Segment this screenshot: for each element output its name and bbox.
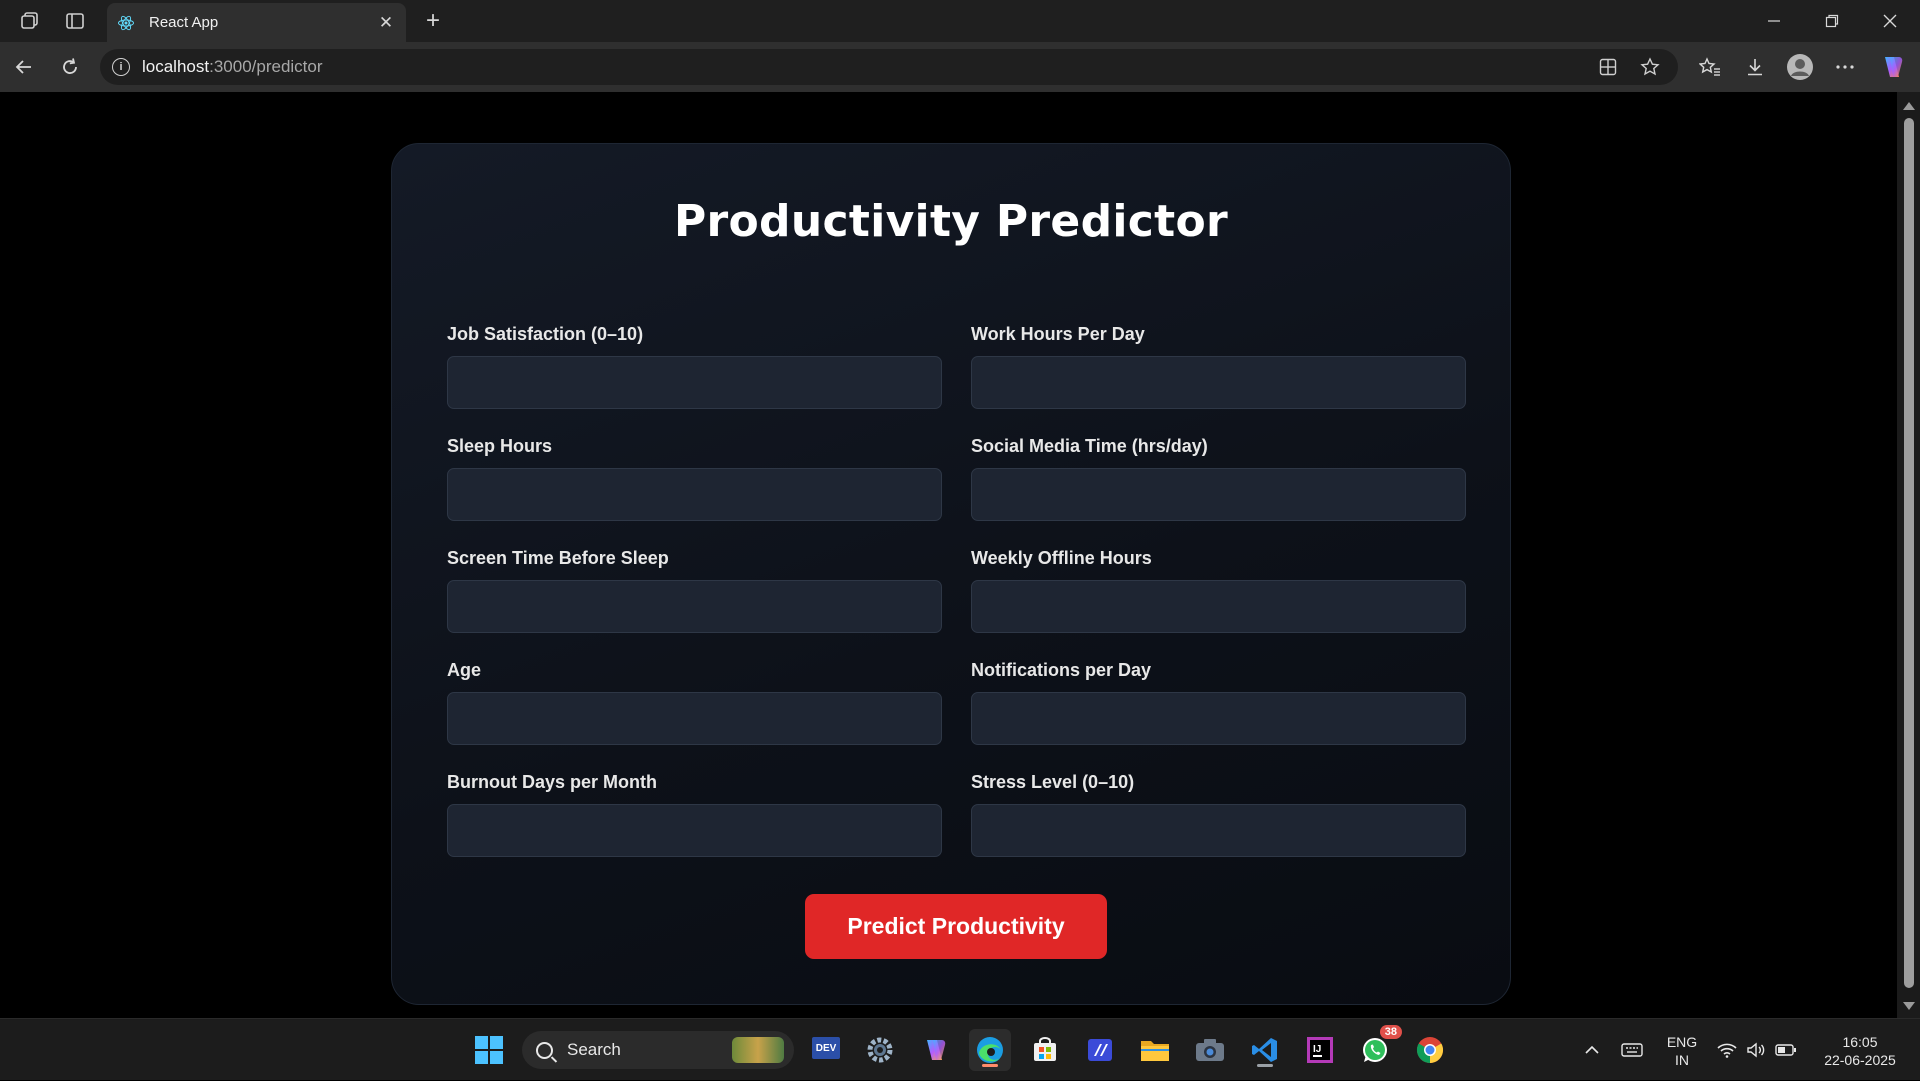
sleep-hours-field: Sleep Hours: [447, 436, 942, 521]
back-icon[interactable]: [4, 47, 44, 87]
close-window-icon[interactable]: [1861, 0, 1919, 42]
workspaces-icon[interactable]: [10, 1, 50, 41]
job-satisfaction-input[interactable]: [447, 356, 942, 409]
clock-time: 16:05: [1842, 1034, 1878, 1050]
page-scrollbar[interactable]: [1897, 92, 1920, 1018]
favorites-icon[interactable]: [1690, 47, 1730, 87]
react-favicon-icon: [118, 15, 134, 30]
burnout-days-input[interactable]: [447, 804, 942, 857]
age-input[interactable]: [447, 692, 942, 745]
clock[interactable]: 16:05 22-06-2025: [1810, 1033, 1910, 1069]
svg-text:IJ: IJ: [1313, 1044, 1321, 1055]
svg-text:DEV: DEV: [816, 1043, 837, 1054]
intellij-icon[interactable]: IJ: [1299, 1029, 1341, 1071]
running-app-indicator: [1257, 1064, 1273, 1067]
profile-avatar-icon[interactable]: [1780, 47, 1820, 87]
show-hidden-icons-chevron-icon[interactable]: [1578, 1019, 1606, 1081]
active-app-indicator: [982, 1064, 998, 1067]
tab-react-app[interactable]: React App ✕: [107, 3, 406, 42]
job-satisfaction-label: Job Satisfaction (0–10): [447, 324, 644, 344]
sleep-hours-input[interactable]: [447, 468, 942, 521]
more-options-icon[interactable]: [1825, 47, 1865, 87]
copilot-icon[interactable]: [1872, 47, 1912, 87]
predict-productivity-button[interactable]: Predict Productivity: [805, 894, 1107, 959]
scrollbar-thumb[interactable]: [1904, 118, 1914, 988]
restore-icon[interactable]: [1803, 0, 1861, 42]
search-highlight-image: [732, 1037, 784, 1063]
stress-level-label: Stress Level (0–10): [971, 772, 1135, 792]
taskbar-search[interactable]: Search: [522, 1031, 794, 1069]
screen-time-field: Screen Time Before Sleep: [447, 548, 942, 633]
vertical-tabs-icon[interactable]: [55, 1, 95, 41]
language-indicator[interactable]: ENG IN: [1658, 1033, 1706, 1069]
social-media-time-label: Social Media Time (hrs/day): [971, 436, 1208, 456]
edge-browser-icon[interactable]: [969, 1029, 1011, 1071]
social-media-time-field: Social Media Time (hrs/day): [971, 436, 1466, 521]
search-label: Search: [567, 1040, 621, 1059]
weekly-offline-hours-input[interactable]: [971, 580, 1466, 633]
clock-date: 22-06-2025: [1824, 1052, 1896, 1068]
age-label: Age: [447, 660, 482, 680]
file-explorer-icon[interactable]: [1134, 1029, 1176, 1071]
whatsapp-icon[interactable]: 38: [1354, 1025, 1402, 1071]
dev-home-icon[interactable]: DEV: [805, 1029, 847, 1071]
screen-time-label: Screen Time Before Sleep: [447, 548, 669, 568]
copilot-app-icon[interactable]: [914, 1029, 956, 1071]
url-host: localhost: [142, 57, 210, 76]
camera-icon[interactable]: [1189, 1029, 1231, 1071]
favorite-star-icon[interactable]: [1632, 49, 1668, 85]
language-code: ENG: [1666, 1034, 1698, 1050]
wifi-icon[interactable]: [1714, 1019, 1740, 1081]
url-bar[interactable]: i localhost:3000/predictor: [100, 49, 1678, 85]
url-path: :3000/predictor: [209, 57, 323, 76]
social-media-time-input[interactable]: [971, 468, 1466, 521]
tab-title: React App: [149, 14, 219, 31]
browser-tab-strip: React App ✕ +: [0, 0, 1920, 42]
volume-icon[interactable]: [1743, 1019, 1769, 1081]
microsoft-store-icon[interactable]: [1024, 1029, 1066, 1071]
scroll-down-icon[interactable]: [1903, 1002, 1915, 1010]
notifications-label: Notifications per Day: [971, 660, 1152, 680]
work-hours-field: Work Hours Per Day: [971, 324, 1466, 409]
stress-level-input[interactable]: [971, 804, 1466, 857]
windows-taskbar: Search DEV IJ 38 ENG IN 16:05 22-06-2025: [0, 1018, 1920, 1080]
work-hours-label: Work Hours Per Day: [971, 324, 1145, 344]
notifications-input[interactable]: [971, 692, 1466, 745]
battery-icon[interactable]: [1772, 1019, 1800, 1081]
weekly-offline-hours-label: Weekly Offline Hours: [971, 548, 1152, 568]
page-title: Productivity Predictor: [673, 196, 1228, 247]
app-available-icon[interactable]: [1590, 49, 1626, 85]
address-toolbar: i localhost:3000/predictor: [0, 42, 1920, 92]
whatsapp-notification-badge: 38: [1379, 1025, 1402, 1039]
notifications-field: Notifications per Day: [971, 660, 1466, 745]
refresh-icon[interactable]: [50, 47, 90, 87]
sleep-hours-label: Sleep Hours: [447, 436, 553, 456]
screen-time-input[interactable]: [447, 580, 942, 633]
work-hours-input[interactable]: [971, 356, 1466, 409]
scroll-up-icon[interactable]: [1903, 102, 1915, 110]
stress-level-field: Stress Level (0–10): [971, 772, 1466, 857]
keyboard-icon[interactable]: [1617, 1019, 1647, 1081]
job-satisfaction-field: Job Satisfaction (0–10): [447, 324, 942, 409]
page-viewport: Productivity Predictor Job Satisfaction …: [5, 92, 1897, 1018]
power-automate-icon[interactable]: [1079, 1029, 1121, 1071]
age-field: Age: [447, 660, 942, 745]
close-tab-icon[interactable]: ✕: [376, 13, 396, 33]
new-tab-button[interactable]: +: [414, 2, 452, 40]
settings-gear-icon[interactable]: [859, 1029, 901, 1071]
chrome-icon[interactable]: [1409, 1029, 1451, 1071]
weekly-offline-hours-field: Weekly Offline Hours: [971, 548, 1466, 633]
downloads-icon[interactable]: [1735, 47, 1775, 87]
search-icon: [536, 1041, 553, 1059]
burnout-days-field: Burnout Days per Month: [447, 772, 942, 857]
burnout-days-label: Burnout Days per Month: [447, 772, 657, 792]
predictor-card: Productivity Predictor Job Satisfaction …: [391, 143, 1511, 1005]
vscode-icon[interactable]: [1244, 1029, 1286, 1071]
site-info-icon[interactable]: i: [112, 58, 130, 76]
minimize-icon[interactable]: [1745, 0, 1803, 42]
start-windows-icon[interactable]: [468, 1029, 510, 1071]
region-code: IN: [1675, 1052, 1689, 1068]
